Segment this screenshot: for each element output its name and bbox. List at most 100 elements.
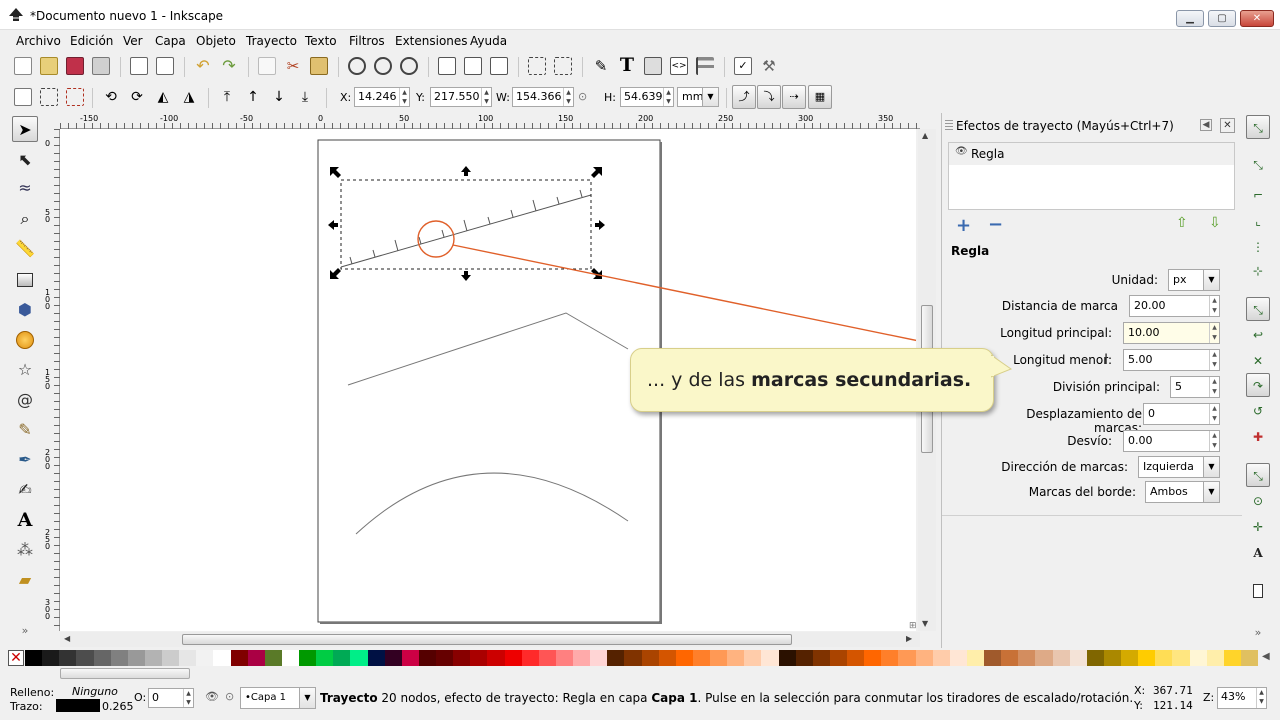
select-all-layers-icon[interactable] bbox=[40, 88, 58, 106]
color-swatch[interactable] bbox=[350, 650, 368, 666]
3d-box-tool-icon[interactable]: ⬢ bbox=[12, 297, 38, 323]
h-spinner-arrows[interactable]: ▲ ▼ bbox=[663, 88, 673, 106]
node-tool-icon[interactable]: ⬉ bbox=[12, 147, 38, 173]
copy-icon[interactable] bbox=[258, 57, 276, 75]
color-swatch[interactable] bbox=[281, 650, 299, 666]
color-swatch[interactable] bbox=[641, 650, 659, 666]
snap-center-icon[interactable]: ⊙ bbox=[1246, 489, 1270, 513]
ellipse-tool-icon[interactable] bbox=[12, 327, 38, 353]
y-input[interactable]: 217.550 ▲ ▼ bbox=[430, 87, 492, 107]
menu-edicion[interactable]: Edición bbox=[70, 34, 113, 48]
color-swatch[interactable] bbox=[692, 650, 710, 666]
snap-bbox-icon[interactable]: ⤡ bbox=[1246, 153, 1270, 177]
lock-icon[interactable]: ⊙ bbox=[578, 90, 590, 104]
mark-offset-input[interactable]: 0 ▲ ▼ bbox=[1143, 403, 1220, 425]
color-swatch[interactable] bbox=[487, 650, 505, 666]
undo-icon[interactable]: ↶ bbox=[194, 57, 212, 75]
menu-ver[interactable]: Ver bbox=[123, 34, 143, 48]
pen-tool-icon[interactable]: ✒ bbox=[12, 447, 38, 473]
color-swatch[interactable] bbox=[110, 650, 128, 666]
eraser-tool-icon[interactable]: ▰ bbox=[12, 567, 38, 593]
color-swatch[interactable] bbox=[1172, 650, 1190, 666]
color-swatch[interactable] bbox=[607, 650, 625, 666]
color-swatch[interactable] bbox=[1001, 650, 1019, 666]
move-down-icon[interactable]: ⇩ bbox=[1209, 215, 1221, 231]
color-swatch[interactable] bbox=[1121, 650, 1139, 666]
w-spinner-arrows[interactable]: ▲ ▼ bbox=[563, 88, 573, 106]
stroke-width[interactable]: 0.265 bbox=[102, 700, 134, 713]
color-swatch[interactable] bbox=[162, 650, 180, 666]
color-swatch[interactable] bbox=[504, 650, 522, 666]
color-swatch[interactable] bbox=[179, 650, 197, 666]
color-swatch[interactable] bbox=[1189, 650, 1207, 666]
border-marks-combo[interactable]: Ambos ▼ bbox=[1145, 481, 1220, 503]
color-swatch[interactable] bbox=[624, 650, 642, 666]
snap-cusp-icon[interactable]: ↷ bbox=[1246, 373, 1270, 397]
color-swatch[interactable] bbox=[401, 650, 419, 666]
menu-extensiones[interactable]: Extensiones bbox=[395, 34, 468, 48]
lower-to-bottom-icon[interactable]: ⤓ bbox=[296, 88, 314, 106]
color-swatch[interactable] bbox=[573, 650, 591, 666]
snap-text-baseline-icon[interactable]: A bbox=[1246, 541, 1270, 565]
color-swatch[interactable] bbox=[555, 650, 573, 666]
spray-tool-icon[interactable]: ⁂ bbox=[12, 537, 38, 563]
menu-texto[interactable]: Texto bbox=[305, 34, 337, 48]
color-swatch[interactable] bbox=[76, 650, 94, 666]
remove-effect-icon[interactable]: − bbox=[988, 214, 1003, 235]
palette-scrollbar[interactable] bbox=[60, 668, 190, 679]
color-swatch[interactable] bbox=[915, 650, 933, 666]
spiral-tool-icon[interactable]: @ bbox=[12, 387, 38, 413]
select-all-icon[interactable] bbox=[14, 88, 32, 106]
more-tools-icon[interactable]: » bbox=[12, 624, 38, 650]
menu-ayuda[interactable]: Ayuda bbox=[470, 34, 507, 48]
deselect-icon[interactable] bbox=[66, 88, 84, 106]
close-button[interactable]: ✕ bbox=[1240, 10, 1274, 27]
color-swatch[interactable] bbox=[795, 650, 813, 666]
open-folder-icon[interactable] bbox=[40, 57, 58, 75]
x-spinner-arrows[interactable]: ▲ ▼ bbox=[399, 88, 409, 106]
scale-corners-toggle[interactable]: ⤵ bbox=[757, 85, 781, 109]
snap-midpoint-icon[interactable]: ✚ bbox=[1246, 425, 1270, 449]
zoom-drawing-icon[interactable] bbox=[374, 57, 392, 75]
zoom-page-icon[interactable] bbox=[400, 57, 418, 75]
print-icon[interactable] bbox=[92, 57, 110, 75]
zoom-input[interactable]: 43% ▲ ▼ bbox=[1217, 687, 1267, 709]
color-swatch[interactable] bbox=[367, 650, 385, 666]
maximize-button[interactable]: ▢ bbox=[1208, 10, 1236, 27]
xml-editor-icon[interactable]: <> bbox=[670, 57, 688, 75]
lower-icon[interactable]: ↓ bbox=[270, 88, 288, 106]
color-swatch[interactable] bbox=[1086, 650, 1104, 666]
color-swatch[interactable] bbox=[453, 650, 471, 666]
menu-archivo[interactable]: Archivo bbox=[16, 34, 61, 48]
unit-combo[interactable]: px ▼ bbox=[1168, 269, 1220, 291]
color-swatch[interactable] bbox=[778, 650, 796, 666]
snap-bbox-corner-icon[interactable]: ⌞ bbox=[1246, 209, 1270, 233]
star-tool-icon[interactable]: ☆ bbox=[12, 357, 38, 383]
import-icon[interactable] bbox=[130, 57, 148, 75]
paste-icon[interactable] bbox=[310, 57, 328, 75]
eye-icon[interactable]: 👁 bbox=[955, 146, 968, 157]
color-palette[interactable] bbox=[25, 650, 1258, 666]
w-input[interactable]: 154.366 ▲ ▼ bbox=[512, 87, 574, 107]
snap-bbox-center-icon[interactable]: ⊹ bbox=[1246, 259, 1270, 283]
spinner-arrows[interactable]: ▲ ▼ bbox=[1209, 404, 1219, 424]
menu-trayecto[interactable]: Trayecto bbox=[246, 34, 297, 48]
scale-stroke-toggle[interactable]: ⤴ bbox=[732, 85, 756, 109]
spinner-arrows[interactable]: ▲ ▼ bbox=[1209, 296, 1219, 316]
flip-vertical-icon[interactable]: ◮ bbox=[180, 88, 198, 106]
color-swatch[interactable] bbox=[864, 650, 882, 666]
document-properties-icon[interactable]: ✓ bbox=[734, 57, 752, 75]
flip-horizontal-icon[interactable]: ◭ bbox=[154, 88, 172, 106]
effect-list-item[interactable]: 👁 Regla bbox=[949, 143, 1234, 165]
color-swatch[interactable] bbox=[418, 650, 436, 666]
calligraphy-tool-icon[interactable]: ✍ bbox=[12, 477, 38, 503]
preferences-icon[interactable]: ⚒ bbox=[760, 57, 778, 75]
color-swatch[interactable] bbox=[1155, 650, 1173, 666]
clone-icon[interactable] bbox=[464, 57, 482, 75]
color-swatch[interactable] bbox=[847, 650, 865, 666]
move-gradients-toggle[interactable]: ⇢ bbox=[782, 85, 806, 109]
spinner-arrows[interactable]: ▲ ▼ bbox=[183, 689, 193, 707]
fill-value[interactable]: Ninguno bbox=[72, 685, 118, 698]
major-length-input[interactable]: 10.00 ▲ ▼ bbox=[1123, 322, 1220, 344]
color-swatch[interactable] bbox=[127, 650, 145, 666]
